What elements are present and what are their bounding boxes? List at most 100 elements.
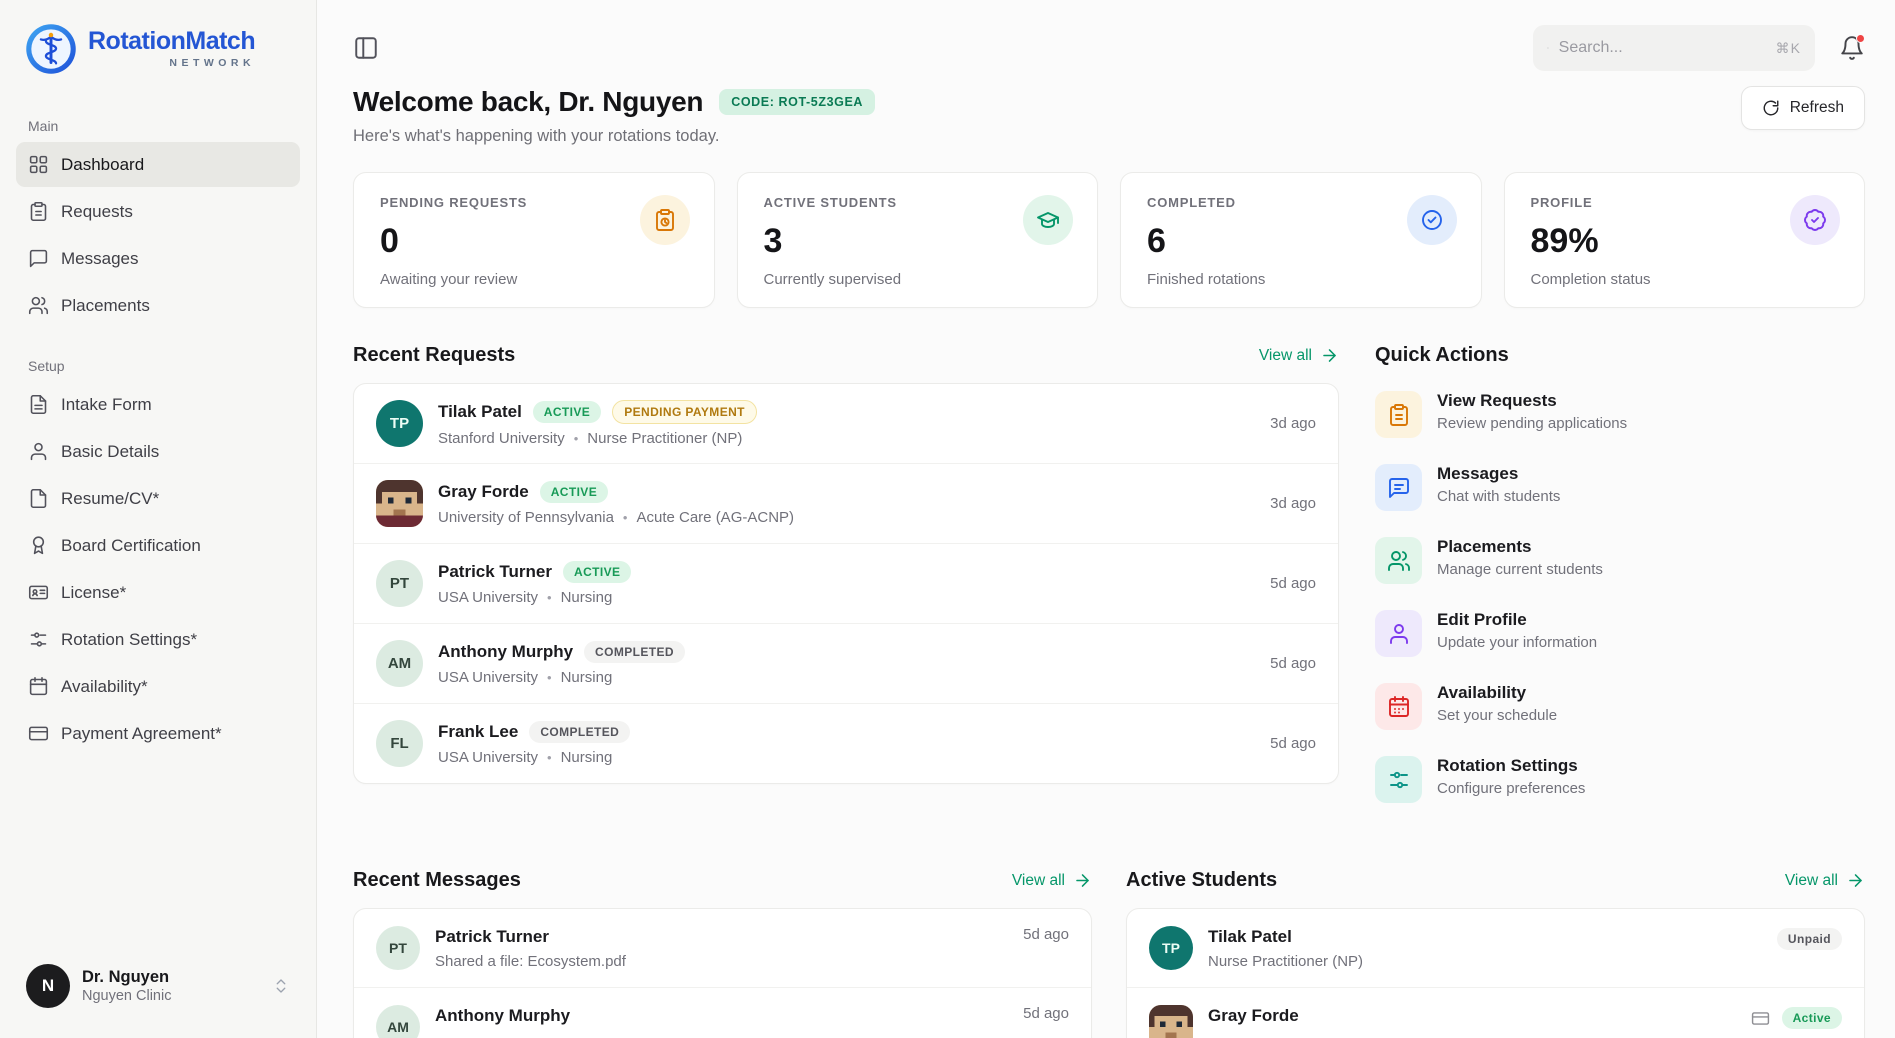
sidebar-item-label: License* [61, 583, 126, 603]
payment-status-badge: PENDING PAYMENT [612, 400, 757, 424]
request-row[interactable]: TP Tilak Patel ACTIVE PENDING PAYMENT St… [354, 384, 1338, 463]
request-row[interactable]: Gray Forde ACTIVE University of Pennsylv… [354, 463, 1338, 543]
quick-action-placements[interactable]: Placements Manage current students [1375, 537, 1865, 584]
timestamp: 5d ago [1270, 655, 1316, 672]
file-icon [28, 488, 49, 509]
sidebar-item-requests[interactable]: Requests [16, 189, 300, 234]
quick-action-messages[interactable]: Messages Chat with students [1375, 464, 1865, 511]
stat-description: Completion status [1531, 271, 1839, 288]
school-name: USA University [438, 749, 538, 766]
student-name: Tilak Patel [1208, 927, 1762, 947]
school-name: USA University [438, 589, 538, 606]
sidebar-toggle-icon[interactable] [353, 35, 379, 61]
quick-action-availability[interactable]: Availability Set your schedule [1375, 683, 1865, 730]
sidebar-item-dashboard[interactable]: Dashboard [16, 142, 300, 187]
search-box[interactable]: ⌘K [1533, 25, 1815, 71]
request-row[interactable]: AM Anthony Murphy COMPLETED USA Universi… [354, 623, 1338, 703]
user-icon [1375, 610, 1422, 657]
refresh-label: Refresh [1790, 99, 1844, 117]
sidebar: RotationMatch NETWORK Main Dashboard Req… [0, 0, 317, 1038]
view-all-label: View all [1785, 872, 1838, 890]
recent-requests-card: TP Tilak Patel ACTIVE PENDING PAYMENT St… [353, 383, 1339, 784]
users-icon [1375, 537, 1422, 584]
view-all-students-link[interactable]: View all [1785, 871, 1865, 890]
status-badge: ACTIVE [563, 561, 631, 583]
timestamp: 3d ago [1270, 415, 1316, 432]
sidebar-item-availability[interactable]: Availability* [16, 664, 300, 709]
sidebar-item-resume-cv[interactable]: Resume/CV* [16, 476, 300, 521]
message-row[interactable]: AM Anthony Murphy 5d ago [354, 987, 1091, 1038]
file-text-icon [28, 394, 49, 415]
user-name: Dr. Nguyen [82, 967, 171, 988]
student-name: Patrick Turner [438, 562, 552, 582]
student-row[interactable]: TP Tilak Patel Nurse Practitioner (NP) U… [1127, 909, 1864, 987]
sidebar-item-rotation-settings[interactable]: Rotation Settings* [16, 617, 300, 662]
notification-bell-icon[interactable] [1839, 35, 1865, 61]
avatar: FL [376, 720, 423, 767]
dot-separator: • [547, 590, 552, 605]
request-row[interactable]: PT Patrick Turner ACTIVE USA University … [354, 543, 1338, 623]
quick-action-edit-profile[interactable]: Edit Profile Update your information [1375, 610, 1865, 657]
sidebar-item-payment-agreement[interactable]: Payment Agreement* [16, 711, 300, 756]
badge-check-icon [1790, 195, 1840, 245]
message-row[interactable]: PT Patrick Turner Shared a file: Ecosyst… [354, 909, 1091, 987]
quick-action-description: Configure preferences [1437, 780, 1585, 797]
sidebar-item-placements[interactable]: Placements [16, 283, 300, 328]
school-name: University of Pennsylvania [438, 509, 614, 526]
quick-action-title: Messages [1437, 464, 1560, 484]
status-badge: ACTIVE [540, 481, 608, 503]
quick-action-description: Review pending applications [1437, 415, 1627, 432]
quick-action-view-requests[interactable]: View Requests Review pending application… [1375, 391, 1865, 438]
sidebar-item-label: Resume/CV* [61, 489, 159, 509]
sidebar-nav-setup: Intake Form Basic Details Resume/CV* Boa… [16, 382, 300, 756]
user-menu[interactable]: N Dr. Nguyen Nguyen Clinic [16, 954, 300, 1018]
brand-logo[interactable]: RotationMatch NETWORK [16, 22, 300, 76]
user-org: Nguyen Clinic [82, 987, 171, 1005]
request-row[interactable]: FL Frank Lee COMPLETED USA University • … [354, 703, 1338, 783]
billing-icon[interactable] [1751, 1009, 1770, 1028]
quick-action-rotation-settings[interactable]: Rotation Settings Configure preferences [1375, 756, 1865, 803]
search-shortcut: ⌘K [1776, 40, 1801, 57]
graduation-cap-icon [1023, 195, 1073, 245]
sidebar-item-label: Board Certification [61, 536, 201, 556]
program-name: Nursing [561, 669, 613, 686]
student-name: Anthony Murphy [438, 642, 573, 662]
student-row[interactable]: Gray Forde Active [1127, 987, 1864, 1038]
stat-label: PENDING REQUESTS [380, 195, 688, 210]
search-input[interactable] [1559, 39, 1766, 57]
status-badge: COMPLETED [584, 641, 685, 663]
dot-separator: • [623, 510, 628, 525]
dot-separator: • [547, 670, 552, 685]
calendar-icon [1375, 683, 1422, 730]
sidebar-item-license[interactable]: License* [16, 570, 300, 615]
stat-card-pending-requests: PENDING REQUESTS 0 Awaiting your review [353, 172, 715, 308]
status-badge: ACTIVE [533, 401, 601, 423]
notification-dot [1856, 34, 1865, 43]
sidebar-item-label: Messages [61, 249, 138, 269]
sidebar-item-board-certification[interactable]: Board Certification [16, 523, 300, 568]
program-name: Nursing [561, 749, 613, 766]
sidebar-item-label: Intake Form [61, 395, 152, 415]
stat-description: Awaiting your review [380, 271, 688, 288]
view-all-messages-link[interactable]: View all [1012, 871, 1092, 890]
avatar: PT [376, 560, 423, 607]
search-icon [1547, 38, 1549, 58]
refresh-button[interactable]: Refresh [1741, 86, 1865, 130]
stat-card-active-students: ACTIVE STUDENTS 3 Currently supervised [737, 172, 1099, 308]
caduceus-logo-icon [24, 22, 78, 76]
view-all-requests-link[interactable]: View all [1259, 346, 1339, 365]
id-card-icon [28, 582, 49, 603]
refresh-icon [1762, 99, 1780, 117]
timestamp: 5d ago [1023, 926, 1069, 943]
section-title-active-students: Active Students [1126, 869, 1277, 892]
view-all-label: View all [1012, 872, 1065, 890]
sidebar-item-intake-form[interactable]: Intake Form [16, 382, 300, 427]
quick-action-description: Manage current students [1437, 561, 1603, 578]
sidebar-item-basic-details[interactable]: Basic Details [16, 429, 300, 474]
quick-actions-section: Quick Actions View Requests Review pendi… [1375, 344, 1865, 829]
program-name: Acute Care (AG-ACNP) [636, 509, 794, 526]
avatar: TP [1149, 926, 1193, 970]
sidebar-item-messages[interactable]: Messages [16, 236, 300, 281]
arrow-right-icon [1073, 871, 1092, 890]
student-program: Nurse Practitioner (NP) [1208, 953, 1762, 970]
